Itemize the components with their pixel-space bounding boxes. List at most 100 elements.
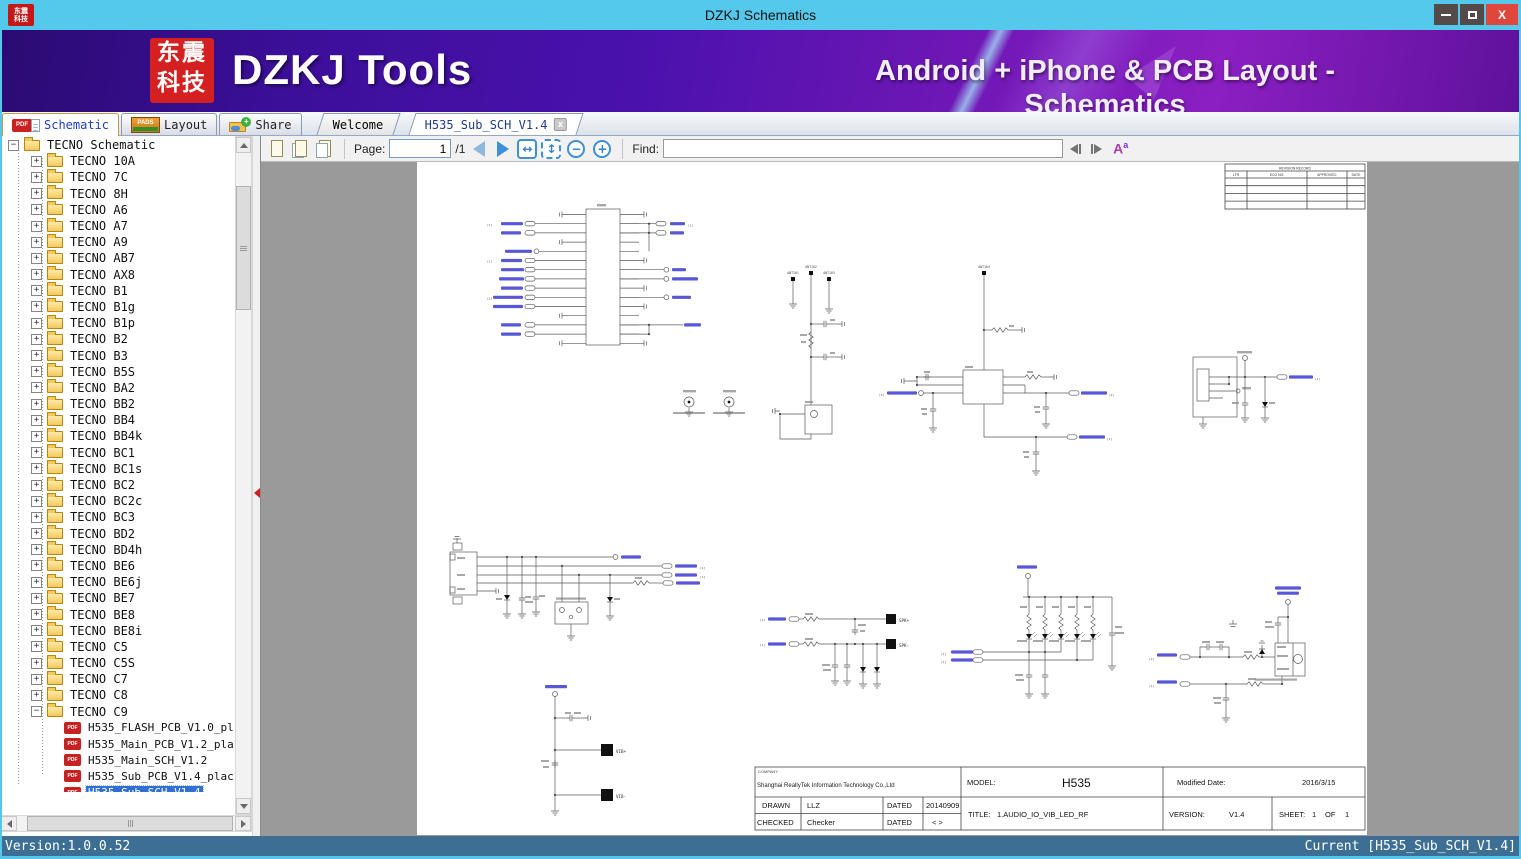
expand-toggle[interactable]: + (31, 463, 42, 475)
tree-item[interactable]: + TECNO BB4k (0, 427, 234, 444)
close-tab-icon[interactable]: x (553, 118, 567, 131)
expand-toggle[interactable]: + (31, 155, 42, 167)
tree-item[interactable]: + TECNO 10A (0, 152, 234, 169)
vertical-scroll-thumb[interactable] (236, 186, 251, 310)
expand-toggle[interactable]: + (31, 269, 42, 281)
tree-item[interactable]: + TECNO BC1s (0, 460, 234, 477)
tree-item[interactable]: − TECNO C9 (0, 703, 234, 720)
zoom-out-button[interactable]: − (567, 139, 586, 158)
tree-item[interactable]: + TECNO B2 (0, 330, 234, 347)
tree-item[interactable]: + TECNO AB7 (0, 249, 234, 266)
close-button[interactable]: X (1486, 4, 1518, 25)
expand-toggle[interactable]: + (31, 430, 42, 442)
tree-item[interactable]: PDF H535_Sub_PCB_V1.4_placeme (0, 768, 234, 784)
expand-toggle[interactable]: + (31, 252, 42, 264)
expand-toggle[interactable]: − (31, 706, 42, 718)
expand-toggle[interactable]: + (31, 673, 42, 685)
tree-item[interactable]: + TECNO A7 (0, 217, 234, 234)
tree-item[interactable]: + TECNO BD2 (0, 525, 234, 542)
doc-tab-current[interactable]: H535_Sub_SCH_V1.4 x (408, 113, 584, 135)
scroll-left-button[interactable] (1, 816, 17, 831)
tree-vertical-scrollbar[interactable] (235, 136, 252, 815)
export-page-button[interactable] (315, 139, 335, 159)
tree-item[interactable]: + TECNO A6 (0, 201, 234, 218)
tab-layout[interactable]: PADS Layout (121, 113, 218, 135)
expand-toggle[interactable]: + (31, 285, 42, 297)
expand-toggle[interactable]: + (31, 414, 42, 426)
tree-item[interactable]: − TECNO Schematic (0, 137, 234, 153)
expand-toggle[interactable]: + (31, 447, 42, 459)
page-thumbnail-button[interactable] (267, 139, 287, 159)
tree-item[interactable]: + TECNO C7 (0, 670, 234, 687)
tree-item[interactable]: + TECNO BC3 (0, 508, 234, 525)
expand-toggle[interactable]: + (31, 576, 42, 588)
tree-item[interactable]: + TECNO BC1 (0, 444, 234, 461)
sidebar-splitter[interactable] (252, 136, 260, 836)
tree-item[interactable]: + TECNO BE8i (0, 622, 234, 639)
expand-toggle[interactable]: + (31, 220, 42, 232)
tree-item[interactable]: + TECNO BC2c (0, 492, 234, 509)
expand-toggle[interactable]: + (31, 560, 42, 572)
tab-share[interactable]: + Share (219, 113, 302, 135)
expand-toggle[interactable]: + (31, 204, 42, 216)
tree-item[interactable]: + TECNO B3 (0, 347, 234, 363)
collapse-sidebar-icon[interactable] (254, 488, 260, 498)
scroll-down-button[interactable] (236, 798, 251, 814)
tree-item[interactable]: + TECNO BA2 (0, 379, 234, 396)
next-page-button[interactable] (497, 140, 510, 157)
scroll-up-button[interactable] (236, 137, 251, 153)
scroll-right-button[interactable] (235, 816, 251, 831)
tree-item[interactable]: + TECNO BB4 (0, 411, 234, 428)
find-previous-button[interactable] (1070, 143, 1082, 154)
expand-toggle[interactable]: + (31, 236, 42, 248)
expand-toggle[interactable]: + (31, 479, 42, 491)
minimize-button[interactable] (1434, 4, 1458, 25)
expand-toggle[interactable]: + (31, 350, 42, 362)
previous-page-button[interactable] (473, 140, 486, 157)
tree-item[interactable]: + TECNO B5S (0, 363, 234, 380)
tree-item[interactable]: + TECNO BD4h (0, 541, 234, 558)
expand-toggle[interactable]: + (31, 511, 42, 523)
expand-toggle[interactable]: + (31, 171, 42, 183)
tree-item[interactable]: PDF H535_Main_SCH_V1.2 (0, 752, 234, 768)
copy-page-button[interactable] (291, 139, 311, 159)
page-number-input[interactable] (389, 139, 452, 158)
expand-toggle[interactable]: + (31, 333, 42, 345)
find-input[interactable] (663, 139, 1064, 158)
expand-toggle[interactable]: + (31, 689, 42, 701)
tab-schematic[interactable]: PDF Schematic (2, 113, 120, 136)
tree-item[interactable]: + TECNO BB2 (0, 395, 234, 412)
tree-item[interactable]: + TECNO B1p (0, 314, 234, 331)
font-size-button[interactable]: Aa (1113, 140, 1128, 157)
expand-toggle[interactable]: + (31, 657, 42, 669)
tree-item[interactable]: + TECNO BE8 (0, 606, 234, 622)
maximize-button[interactable] (1460, 4, 1484, 25)
expand-toggle[interactable]: + (31, 544, 42, 556)
expand-toggle[interactable]: + (31, 609, 42, 621)
tree-item[interactable]: + TECNO C5S (0, 654, 234, 671)
expand-toggle[interactable]: − (8, 139, 19, 151)
tree-item[interactable]: + TECNO 7C (0, 168, 234, 185)
tree-item[interactable]: + TECNO BE7 (0, 589, 234, 606)
expand-toggle[interactable]: + (31, 528, 42, 540)
tree-item[interactable]: + TECNO 8H (0, 185, 234, 202)
tree-item[interactable]: + TECNO BE6 (0, 557, 234, 574)
fit-width-button[interactable]: ↔ (517, 138, 538, 159)
tree-item[interactable]: + TECNO B1 (0, 282, 234, 299)
expand-toggle[interactable]: + (31, 592, 42, 604)
tree-item[interactable]: PDF H535_FLASH_PCB_V1.0_place (0, 720, 234, 736)
tree-item[interactable]: + TECNO BE6j (0, 573, 234, 590)
tree-item[interactable]: PDF H535_Main_PCB_V1.2_placem (0, 736, 234, 752)
expand-toggle[interactable]: + (31, 625, 42, 637)
zoom-in-button[interactable]: + (593, 139, 612, 158)
tree-item[interactable]: + TECNO C8 (0, 686, 234, 703)
doc-tab-welcome[interactable]: Welcome (315, 113, 400, 135)
expand-toggle[interactable]: + (31, 366, 42, 378)
expand-toggle[interactable]: + (31, 317, 42, 329)
tree-horizontal-scrollbar[interactable] (0, 815, 252, 832)
expand-toggle[interactable]: + (31, 398, 42, 410)
document-canvas[interactable]: REVISION RECORD LTR ECO NO: APPROVED: DA… (261, 162, 1521, 836)
tree-item[interactable]: + TECNO A9 (0, 233, 234, 250)
expand-toggle[interactable]: + (31, 188, 42, 200)
expand-toggle[interactable]: + (31, 495, 42, 507)
